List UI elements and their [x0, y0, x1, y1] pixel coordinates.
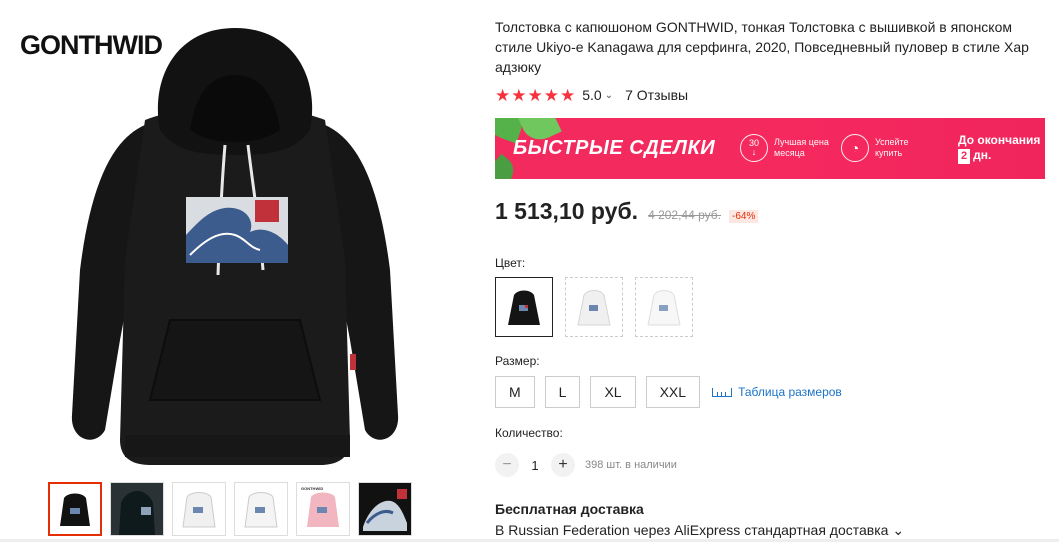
thumbnail-black-hoodie[interactable] [48, 482, 102, 536]
color-label: Цвет: [495, 256, 526, 270]
color-options [495, 277, 693, 337]
thumbnail-brand-label: GONTHWID [301, 486, 324, 491]
chevron-down-icon[interactable]: ⌄ [605, 90, 613, 101]
calendar-30-icon: 30 ↓ [740, 134, 768, 162]
deal-hurry: ◔ Успейте купить [841, 134, 935, 162]
size-l-button[interactable]: L [544, 376, 581, 408]
size-label: Размер: [495, 354, 540, 368]
hoodie-image [71, 28, 399, 465]
thumbnail-pink-hoodie[interactable]: GONTHWID [296, 482, 350, 536]
thumbnail-strip: GONTHWID [48, 482, 412, 536]
stock-count: 398 шт. в наличии [585, 459, 677, 471]
star-icon: ★ [511, 85, 527, 105]
flash-deals-banner[interactable]: БЫСТРЫЕ СДЕЛКИ 30 ↓ Лучшая цена месяца ◔… [495, 118, 1045, 179]
thumbnail-model-photo[interactable] [110, 482, 164, 536]
size-xl-button[interactable]: XL [590, 376, 636, 408]
thumbnail-white-hoodie[interactable] [172, 482, 226, 536]
rating-value[interactable]: 5.0 [582, 87, 601, 103]
product-title: Толстовка с капюшоном GONTHWID, тонкая Т… [495, 19, 1029, 75]
old-price: 4 202,44 руб. [648, 208, 721, 222]
thumbnail-white-hoodie-2[interactable] [234, 482, 288, 536]
deal-hurry-text: Успейте купить [875, 137, 909, 158]
rating-stars: ★ ★ ★ ★ ★ [495, 87, 575, 104]
deals-title: БЫСТРЫЕ СДЕЛКИ [513, 137, 716, 159]
star-icon: ★ [543, 85, 559, 105]
size-chart-link[interactable]: Таблица размеров [712, 385, 842, 399]
color-option-black[interactable] [495, 277, 553, 337]
star-icon: ★ [527, 85, 543, 105]
product-gallery: GONTHWID GONTHWID [0, 0, 470, 542]
discount-badge: -64% [729, 210, 759, 223]
main-product-image[interactable]: GONTHWID [0, 0, 470, 475]
price-row: 1 513,10 руб. 4 202,44 руб. -64% [495, 198, 759, 225]
countdown-label: До окончания [958, 133, 1041, 147]
star-icon: ★ [560, 85, 576, 105]
deal-best-price-text: Лучшая цена месяца [774, 137, 829, 158]
quantity-value[interactable]: 1 [519, 458, 551, 473]
size-xxl-button[interactable]: XXL [645, 376, 701, 408]
countdown-unit: дн. [973, 148, 992, 162]
ruler-icon [712, 387, 733, 397]
quantity-decrease-button[interactable]: − [495, 453, 519, 477]
quantity-label: Количество: [495, 426, 563, 440]
countdown-days: 2 [958, 149, 971, 164]
size-chart-text: Таблица размеров [738, 385, 842, 399]
thumbnail-wave-closeup[interactable] [358, 482, 412, 536]
size-m-button[interactable]: M [495, 376, 535, 408]
deal-countdown: До окончания 2 дн. [958, 133, 1040, 164]
shipping-title: Бесплатная доставка [495, 501, 644, 517]
rating-row: ★ ★ ★ ★ ★ 5.0 ⌄ 7 Отзывы [495, 86, 688, 104]
arrow-down-icon: ↓ [751, 147, 757, 157]
star-icon: ★ [495, 85, 511, 105]
reviews-link[interactable]: 7 Отзывы [625, 87, 688, 103]
color-option-white-light[interactable] [635, 277, 693, 337]
clock-icon: ◔ [841, 134, 869, 162]
size-options: M L XL XXL Таблица размеров [495, 376, 842, 408]
current-price: 1 513,10 руб. [495, 198, 639, 224]
quantity-increase-button[interactable]: + [551, 453, 575, 477]
shipping-description[interactable]: В Russian Federation через AliExpress ст… [495, 522, 904, 539]
deal-best-price: 30 ↓ Лучшая цена месяца [740, 134, 834, 162]
quantity-stepper: − 1 + 398 шт. в наличии [495, 453, 677, 477]
color-option-white[interactable] [565, 277, 623, 337]
